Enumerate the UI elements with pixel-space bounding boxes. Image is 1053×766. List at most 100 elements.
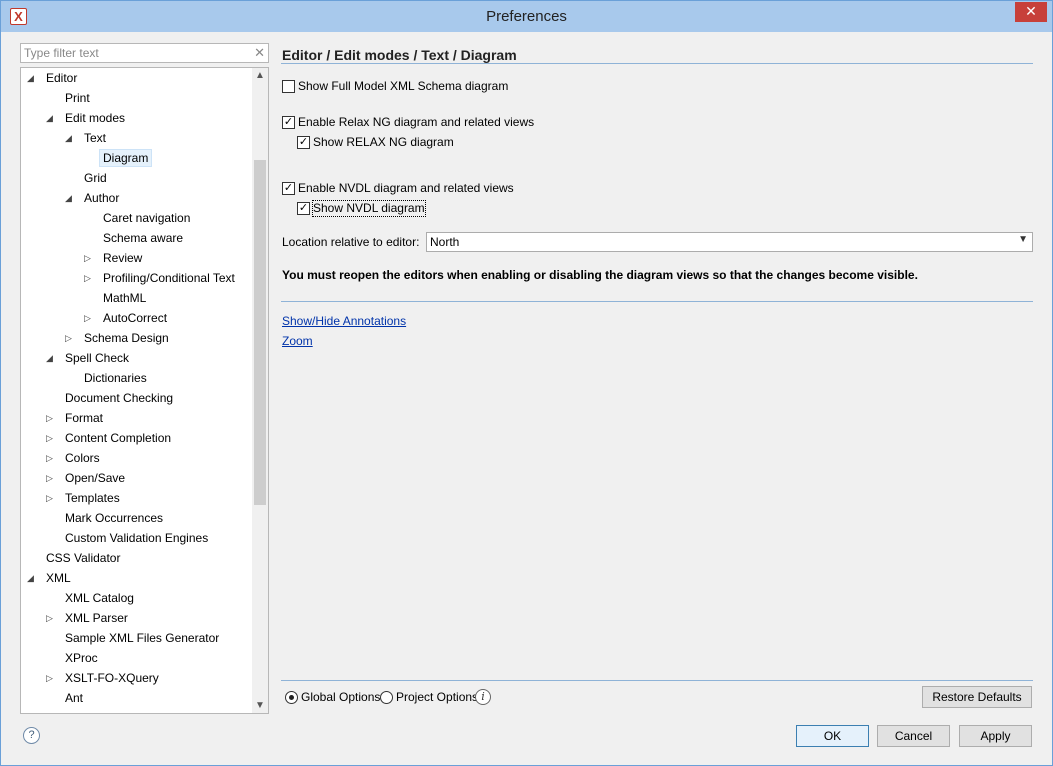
title-bar[interactable]: X Preferences ✕ <box>1 1 1052 32</box>
tree-item[interactable]: Document Checking <box>21 388 253 408</box>
tree-item[interactable]: Dictionaries <box>21 368 253 388</box>
expanded-arrow-icon[interactable]: ◢ <box>27 568 37 588</box>
tree-item[interactable]: Diagram <box>21 148 253 168</box>
tree-item-label: Text <box>84 131 107 145</box>
info-icon[interactable]: i <box>475 689 491 705</box>
tree-item[interactable]: ◢ XML <box>21 568 253 588</box>
tree-item-label: Caret navigation <box>103 211 191 225</box>
tree-item[interactable]: ▷ Review <box>21 248 253 268</box>
tree-item[interactable]: Schema aware <box>21 228 253 248</box>
tree-item-label: XML <box>46 571 71 585</box>
page-title: Editor / Edit modes / Text / Diagram <box>282 47 517 63</box>
location-value: North <box>430 235 460 249</box>
help-icon[interactable]: ? <box>23 727 40 744</box>
tree-item-label: Mark Occurrences <box>65 511 164 525</box>
scroll-down-icon[interactable]: ▼ <box>255 700 265 711</box>
apply-button[interactable]: Apply <box>959 725 1032 747</box>
collapsed-arrow-icon[interactable]: ▷ <box>46 428 56 448</box>
collapsed-arrow-icon[interactable]: ▷ <box>46 468 56 488</box>
tree-item[interactable]: ▷ Profiling/Conditional Text <box>21 268 253 288</box>
nvdl-enable-checkbox[interactable]: ✓ <box>282 182 295 195</box>
expanded-arrow-icon[interactable]: ◢ <box>65 188 75 208</box>
tree-item[interactable]: ▷ Open/Save <box>21 468 253 488</box>
reopen-notice: You must reopen the editors when enablin… <box>282 268 918 282</box>
tree-item-label: MathML <box>103 291 147 305</box>
tree-item-label: Diagram <box>99 149 153 167</box>
collapsed-arrow-icon[interactable]: ▷ <box>84 248 94 268</box>
tree-item-label: Spell Check <box>65 351 130 365</box>
tree-item[interactable]: ▷ Templates <box>21 488 253 508</box>
tree-item-label: Ant <box>65 691 84 705</box>
section-divider <box>281 301 1033 302</box>
tree-item-label: XML Catalog <box>65 591 134 605</box>
clear-filter-icon[interactable]: ✕ <box>254 45 265 61</box>
filter-input[interactable] <box>21 44 251 62</box>
tree-item[interactable]: ▷ XML Parser <box>21 608 253 628</box>
preferences-window: X Preferences ✕ ✕ ▲ ▼ ◢ Editor Print ◢ Edit … <box>0 0 1053 766</box>
collapsed-arrow-icon[interactable]: ▷ <box>84 268 94 288</box>
tree-item[interactable]: ◢ Editor <box>21 68 253 88</box>
tree-item-label: Content Completion <box>65 431 172 445</box>
collapsed-arrow-icon[interactable]: ▷ <box>46 448 56 468</box>
collapsed-arrow-icon[interactable]: ▷ <box>84 308 94 328</box>
relax-show-checkbox[interactable]: ✓ <box>297 136 310 149</box>
tree-item[interactable]: ▷ Schema Design <box>21 328 253 348</box>
tree-item[interactable]: Print <box>21 88 253 108</box>
full-model-checkbox[interactable] <box>282 80 295 93</box>
tree-item[interactable]: XML Catalog <box>21 588 253 608</box>
tree-item[interactable]: Custom Validation Engines <box>21 528 253 548</box>
relax-enable-checkbox[interactable]: ✓ <box>282 116 295 129</box>
tree-item[interactable]: Mark Occurrences <box>21 508 253 528</box>
tree-item[interactable]: Caret navigation <box>21 208 253 228</box>
collapsed-arrow-icon[interactable]: ▷ <box>46 608 56 628</box>
title-divider <box>281 63 1033 64</box>
zoom-link[interactable]: Zoom <box>282 334 313 348</box>
close-button[interactable]: ✕ <box>1015 2 1047 22</box>
tree-item[interactable]: ▷ Colors <box>21 448 253 468</box>
tree-item[interactable]: ▷ Content Completion <box>21 428 253 448</box>
preferences-tree[interactable]: ▲ ▼ ◢ Editor Print ◢ Edit modes ◢ Text Diagram G… <box>20 67 269 714</box>
collapsed-arrow-icon[interactable]: ▷ <box>46 668 56 688</box>
tree-item[interactable]: ▷ AutoCorrect <box>21 308 253 328</box>
tree-item[interactable]: ◢ Text <box>21 128 253 148</box>
scroll-up-icon[interactable]: ▲ <box>255 70 265 81</box>
tree-item[interactable]: ◢ Spell Check <box>21 348 253 368</box>
tree-item-label: XSLT-FO-XQuery <box>65 671 159 685</box>
tree-item[interactable]: Grid <box>21 168 253 188</box>
tree-item[interactable]: Ant <box>21 688 253 708</box>
restore-defaults-button[interactable]: Restore Defaults <box>922 686 1032 708</box>
project-options-radio[interactable] <box>380 691 393 704</box>
nvdl-show-label: Show NVDL diagram <box>312 200 426 217</box>
nvdl-enable-label: Enable NVDL diagram and related views <box>298 181 514 195</box>
tree-scrollbar[interactable]: ▲ ▼ <box>252 68 268 713</box>
collapsed-arrow-icon[interactable]: ▷ <box>46 488 56 508</box>
expanded-arrow-icon[interactable]: ◢ <box>46 348 56 368</box>
scrollbar-thumb[interactable] <box>254 160 266 505</box>
tree-item[interactable]: MathML <box>21 288 253 308</box>
tree-item[interactable]: CSS Validator <box>21 548 253 568</box>
chevron-down-icon[interactable]: ▼ <box>1018 234 1028 245</box>
collapsed-arrow-icon[interactable]: ▷ <box>65 328 75 348</box>
tree-item[interactable]: ◢ Author <box>21 188 253 208</box>
location-select[interactable]: North ▼ <box>426 232 1033 252</box>
global-options-radio[interactable] <box>285 691 298 704</box>
expanded-arrow-icon[interactable]: ◢ <box>46 108 56 128</box>
tree-item[interactable]: ◢ Edit modes <box>21 108 253 128</box>
filter-field[interactable]: ✕ <box>20 43 269 63</box>
collapsed-arrow-icon[interactable]: ▷ <box>46 408 56 428</box>
tree-item-label: Document Checking <box>65 391 174 405</box>
show-hide-annotations-link[interactable]: Show/Hide Annotations <box>282 314 406 328</box>
tree-item[interactable]: XProc <box>21 648 253 668</box>
tree-item[interactable]: Sample XML Files Generator <box>21 628 253 648</box>
expanded-arrow-icon[interactable]: ◢ <box>27 68 37 88</box>
tree-item-label: Format <box>65 411 104 425</box>
tree-item[interactable]: ▷ Format <box>21 408 253 428</box>
window-title: Preferences <box>486 8 567 25</box>
tree-item-label: XML Parser <box>65 611 128 625</box>
ok-button[interactable]: OK <box>796 725 869 747</box>
tree-item[interactable]: ▷ XSLT-FO-XQuery <box>21 668 253 688</box>
expanded-arrow-icon[interactable]: ◢ <box>65 128 75 148</box>
tree-item-label: XProc <box>65 651 98 665</box>
nvdl-show-checkbox[interactable]: ✓ <box>297 202 310 215</box>
cancel-button[interactable]: Cancel <box>877 725 950 747</box>
